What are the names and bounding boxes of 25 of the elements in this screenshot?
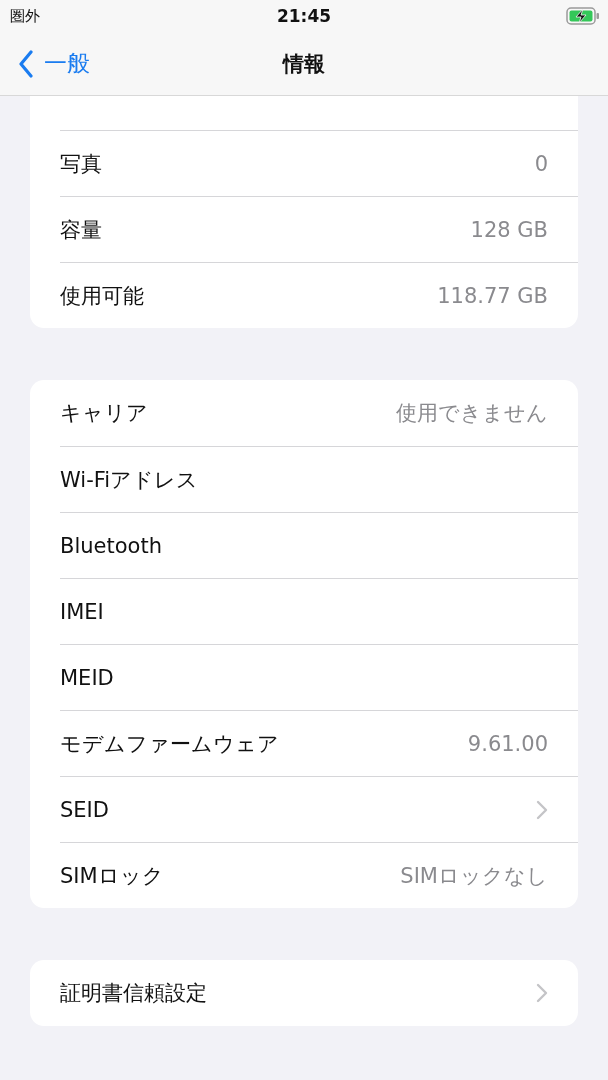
row-value: 0 bbox=[534, 151, 548, 176]
row-label: モデムファームウェア bbox=[60, 730, 279, 758]
clock-time: 21:45 bbox=[276, 6, 332, 26]
carrier-text: 圏外 bbox=[10, 6, 40, 26]
row-label: 容量 bbox=[60, 216, 102, 244]
row-label: IMEI bbox=[60, 599, 104, 624]
row-label: SIMロック bbox=[60, 862, 164, 890]
row-label: キャリア bbox=[60, 400, 148, 427]
row-value: 128 GB bbox=[470, 217, 548, 242]
row-value: 118.77 GB bbox=[437, 283, 548, 308]
row-label: MEID bbox=[60, 665, 114, 690]
row-value: SIMロックなし bbox=[400, 862, 548, 890]
page-title: 情報 bbox=[283, 50, 325, 78]
row-value: 使用できません bbox=[396, 400, 548, 427]
row-label: 写真 bbox=[60, 150, 102, 178]
chevron-icon[interactable] bbox=[536, 983, 548, 1003]
row-label: 使用可能 bbox=[60, 282, 144, 310]
back-chevron-icon bbox=[18, 49, 34, 78]
chevron-icon[interactable] bbox=[536, 799, 548, 820]
row-value: 9.61.00 bbox=[467, 731, 548, 756]
row-label: SEID bbox=[60, 797, 109, 822]
row-label: Wi-Fiアドレス bbox=[60, 466, 199, 494]
back-button[interactable]: 一般 bbox=[0, 48, 90, 79]
row-label: 証明書信頼設定 bbox=[60, 980, 207, 1007]
row-label: Bluetooth bbox=[60, 533, 162, 558]
